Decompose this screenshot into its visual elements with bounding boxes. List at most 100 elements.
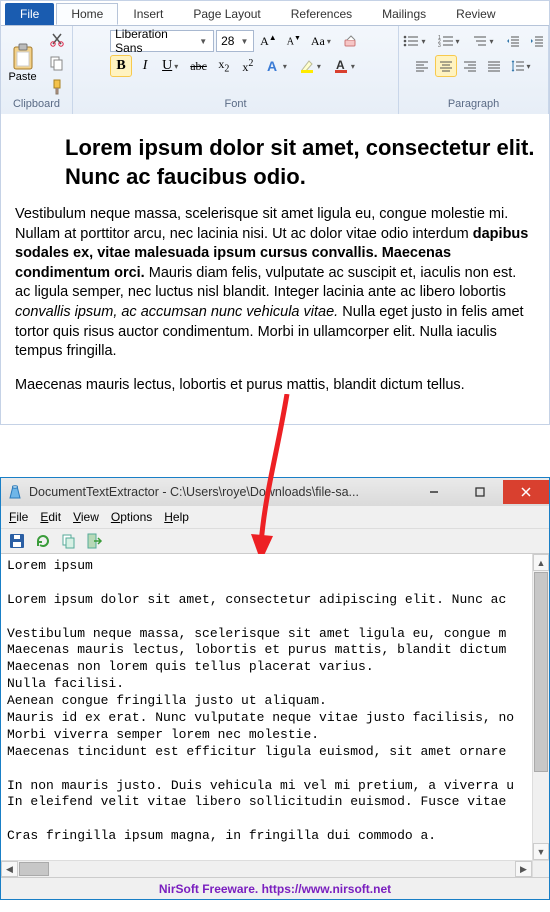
subscript-button[interactable]: x2: [213, 55, 235, 77]
align-left-icon: [415, 59, 429, 73]
clipboard-icon: [11, 43, 35, 71]
tab-insert[interactable]: Insert: [118, 3, 178, 25]
group-clipboard: Paste Clipboard: [1, 26, 73, 114]
tab-mailings[interactable]: Mailings: [367, 3, 441, 25]
paste-button[interactable]: Paste: [5, 35, 41, 91]
increase-indent-button[interactable]: [526, 30, 548, 52]
outdent-icon: [506, 34, 520, 48]
superscript-button[interactable]: x2: [237, 55, 259, 77]
tab-page-layout[interactable]: Page Layout: [178, 3, 275, 25]
tab-review[interactable]: Review: [441, 3, 510, 25]
menu-view[interactable]: View: [73, 510, 99, 524]
toolbar: [1, 528, 549, 554]
brush-icon: [49, 79, 65, 95]
copy-button[interactable]: [59, 531, 79, 551]
word-window: File Home Insert Page Layout References …: [0, 0, 550, 425]
font-family-value: Liberation Sans: [115, 27, 193, 55]
cut-button[interactable]: [45, 28, 69, 50]
hscroll-thumb[interactable]: [19, 862, 49, 876]
maximize-button[interactable]: [457, 480, 503, 504]
line-spacing-icon: [511, 59, 525, 73]
align-right-icon: [463, 59, 477, 73]
vertical-scrollbar[interactable]: ▲ ▼: [532, 554, 549, 860]
clear-formatting-button[interactable]: [339, 30, 361, 52]
highlighter-icon: [299, 58, 315, 74]
text-effects-icon: A: [265, 58, 281, 74]
grow-font-button[interactable]: A▲: [256, 30, 281, 52]
indent-icon: [530, 34, 544, 48]
font-color-button[interactable]: A▾: [329, 55, 361, 77]
titlebar[interactable]: DocumentTextExtractor - C:\Users\roye\Do…: [1, 478, 549, 506]
svg-text:3: 3: [438, 43, 441, 48]
decrease-indent-button[interactable]: [502, 30, 524, 52]
align-justify-icon: [487, 59, 501, 73]
scroll-up-button[interactable]: ▲: [533, 554, 549, 571]
align-right-button[interactable]: [459, 55, 481, 77]
format-painter-button[interactable]: [45, 76, 69, 98]
extractor-window: DocumentTextExtractor - C:\Users\roye\Do…: [0, 477, 550, 900]
group-paragraph: ▾ 123▾ ▾ ▾ Paragraph: [399, 26, 549, 114]
menu-options[interactable]: Options: [111, 510, 152, 524]
eraser-icon: [343, 34, 357, 48]
change-case-button[interactable]: Aa▾: [307, 30, 337, 52]
minimize-button[interactable]: [411, 480, 457, 504]
group-font: Liberation Sans ▼ 28 ▼ A▲ A▼ Aa▾ B: [73, 26, 399, 114]
group-paragraph-label: Paragraph: [448, 96, 499, 112]
exit-icon: [87, 533, 103, 549]
tab-file[interactable]: File: [5, 3, 54, 25]
paste-label: Paste: [8, 71, 36, 83]
italic-button[interactable]: I: [134, 55, 156, 77]
scroll-down-button[interactable]: ▼: [533, 843, 549, 860]
tab-home[interactable]: Home: [56, 3, 118, 25]
scroll-right-button[interactable]: ▶: [515, 861, 532, 877]
strikethrough-button[interactable]: abc: [186, 55, 211, 77]
close-button[interactable]: [503, 480, 549, 504]
scroll-thumb[interactable]: [534, 572, 548, 772]
copy-button[interactable]: [45, 52, 69, 74]
font-size-value: 28: [221, 34, 234, 48]
group-font-label: Font: [224, 96, 246, 112]
align-justify-button[interactable]: [483, 55, 505, 77]
maximize-icon: [475, 487, 485, 497]
group-clipboard-label: Clipboard: [13, 96, 60, 112]
scroll-left-button[interactable]: ◀: [1, 861, 18, 877]
close-icon: [521, 487, 531, 497]
menu-help[interactable]: Help: [164, 510, 189, 524]
ribbon: Paste Clipboard: [1, 25, 549, 114]
copy-icon: [61, 533, 77, 549]
chevron-down-icon: ▼: [238, 37, 250, 46]
bold-button[interactable]: B: [110, 55, 132, 77]
svg-text:A: A: [336, 58, 345, 72]
extracted-text-view[interactable]: Lorem ipsum Lorem ipsum dolor sit amet, …: [1, 554, 549, 860]
window-title: DocumentTextExtractor - C:\Users\roye\Do…: [29, 485, 411, 499]
menu-edit[interactable]: Edit: [40, 510, 61, 524]
floppy-icon: [9, 533, 25, 549]
chevron-down-icon: ▼: [197, 37, 209, 46]
scissors-icon: [49, 31, 65, 47]
shrink-font-button[interactable]: A▼: [283, 30, 305, 52]
numbering-button[interactable]: 123▾: [434, 30, 466, 52]
exit-button[interactable]: [85, 531, 105, 551]
text-effects-button[interactable]: A▾: [261, 55, 293, 77]
multilevel-list-icon: [472, 34, 488, 48]
app-icon: [7, 484, 23, 500]
bullets-button[interactable]: ▾: [399, 30, 431, 52]
tab-references[interactable]: References: [276, 3, 367, 25]
highlight-button[interactable]: ▾: [295, 55, 327, 77]
menu-file[interactable]: File: [9, 510, 28, 524]
multilevel-list-button[interactable]: ▾: [468, 30, 500, 52]
document-viewport[interactable]: Lorem ipsum dolor sit amet, consectetur …: [1, 114, 549, 424]
font-size-select[interactable]: 28 ▼: [216, 30, 254, 52]
refresh-button[interactable]: [33, 531, 53, 551]
align-left-button[interactable]: [411, 55, 433, 77]
number-list-icon: 123: [438, 34, 454, 48]
font-family-select[interactable]: Liberation Sans ▼: [110, 30, 214, 52]
horizontal-scrollbar[interactable]: ◀ ▶: [1, 860, 549, 877]
align-center-button[interactable]: [435, 55, 457, 77]
save-button[interactable]: [7, 531, 27, 551]
copy-icon: [49, 55, 65, 71]
underline-button[interactable]: U▾: [158, 55, 184, 77]
doc-title: Lorem ipsum dolor sit amet, consectetur …: [65, 134, 535, 191]
line-spacing-button[interactable]: ▾: [507, 55, 537, 77]
ribbon-tabs: File Home Insert Page Layout References …: [1, 1, 549, 25]
